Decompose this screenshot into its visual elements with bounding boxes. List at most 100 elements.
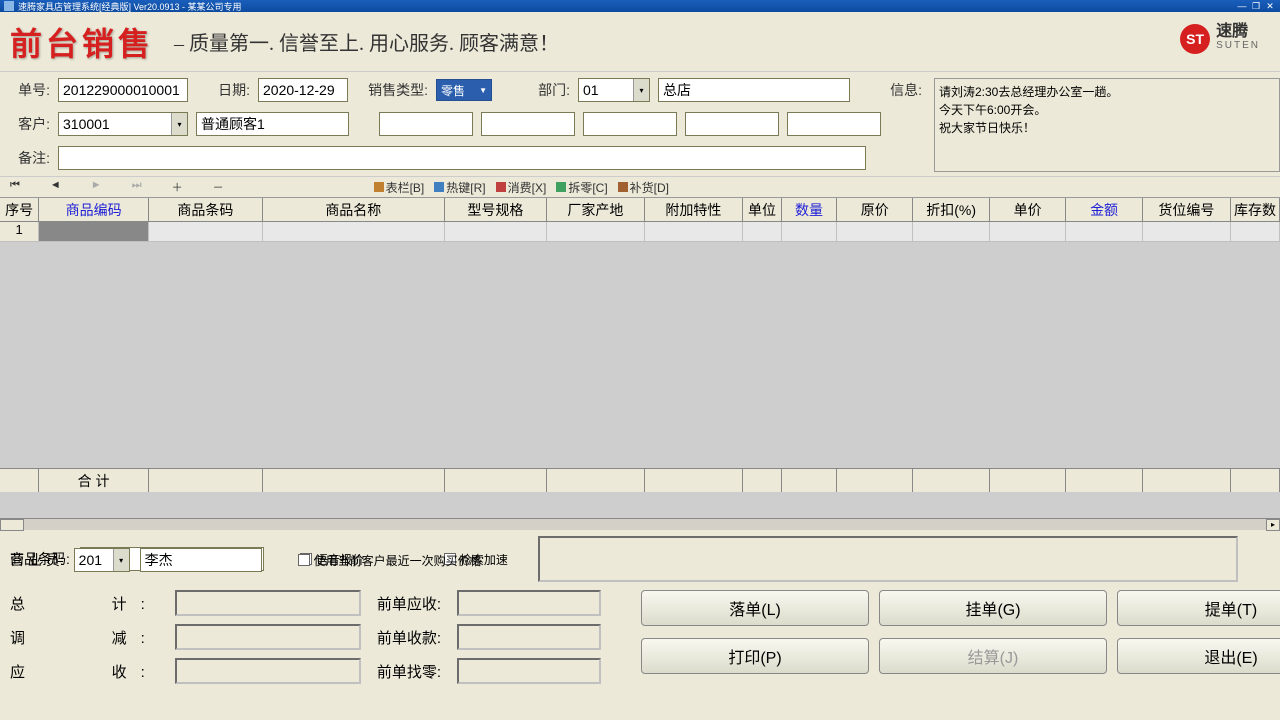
customer-dropdown-btn[interactable]: ▾ — [171, 113, 187, 135]
col-attr[interactable]: 附加特性 — [645, 198, 743, 221]
dept-name-input[interactable] — [658, 78, 850, 102]
col-name[interactable]: 商品名称 — [263, 198, 445, 221]
tool-restock-btn[interactable]: 补货[D] — [618, 179, 669, 196]
col-disc[interactable]: 折扣(%) — [913, 198, 989, 221]
extra-field-5[interactable] — [787, 112, 881, 136]
header: 前台销售 – 质量第一. 信誉至上. 用心服务. 顾客满意！ ST 速腾 SUT… — [0, 12, 1280, 72]
logo-en: SUTEN — [1216, 39, 1260, 53]
prev-due-field — [457, 590, 601, 616]
scroll-right-icon[interactable]: ▸ — [1266, 519, 1280, 531]
info-box: 请刘涛2:30去总经理办公室一趟。 今天下午6:00开会。 祝大家节日快乐！ — [934, 78, 1280, 172]
customer-name-input[interactable] — [196, 112, 349, 136]
cell[interactable] — [547, 222, 645, 242]
col-unit[interactable]: 单位 — [743, 198, 782, 221]
app-icon — [4, 1, 14, 11]
col-spec[interactable]: 型号规格 — [445, 198, 547, 221]
date-input[interactable] — [258, 78, 348, 102]
nav-add-icon[interactable]: ＋ — [172, 179, 183, 195]
chk-lastprice[interactable]: 使用当前客户最近一次购买价格 — [298, 552, 482, 569]
tool-table-btn[interactable]: 表栏[B] — [374, 179, 425, 196]
cell[interactable] — [149, 222, 263, 242]
footer-cell — [837, 469, 913, 492]
cell[interactable] — [39, 222, 149, 242]
lbl-sales-type: 销售类型: — [366, 80, 428, 100]
sales-type-dropdown[interactable]: 零售▼ — [436, 79, 492, 101]
cell[interactable]: 1 — [0, 222, 39, 242]
lbl-sales: 营 业 员: — [10, 550, 64, 570]
col-code[interactable]: 商品编码 — [39, 198, 149, 221]
bottom-area: 商品条码: ✓语音报价 检索加速 营 业 员: ▾ 使用当前客户最近一次购买价格… — [0, 530, 1280, 698]
pick-button[interactable]: 提单(T) — [1117, 590, 1280, 626]
grid-body[interactable]: 1 合 计 — [0, 222, 1280, 492]
tool-hotkey-btn[interactable]: 热键[R] — [434, 179, 485, 196]
order-no-input[interactable] — [58, 78, 188, 102]
maximize-icon[interactable]: ❐ — [1250, 1, 1262, 11]
extra-field-3[interactable] — [583, 112, 677, 136]
sales-dropdown-btn[interactable]: ▾ — [113, 549, 129, 571]
col-qty[interactable]: 数量 — [782, 198, 837, 221]
col-seq[interactable]: 序号 — [0, 198, 39, 221]
remark-input[interactable] — [58, 146, 866, 170]
scroll-thumb[interactable] — [0, 519, 24, 531]
settle-button[interactable]: 结算(J) — [879, 638, 1107, 674]
col-price[interactable]: 单价 — [990, 198, 1066, 221]
h-scrollbar[interactable]: ▸ — [0, 518, 1280, 530]
footer-cell — [445, 469, 547, 492]
minimize-icon[interactable]: — — [1236, 1, 1248, 11]
extra-field-1[interactable] — [379, 112, 473, 136]
receive-field[interactable] — [175, 658, 361, 684]
dept-dropdown-btn[interactable]: ▾ — [633, 79, 649, 101]
cell[interactable] — [1066, 222, 1142, 242]
footer-cell — [990, 469, 1066, 492]
exit-button[interactable]: 退出(E) — [1117, 638, 1280, 674]
tool-split-btn[interactable]: 拆零[C] — [556, 179, 607, 196]
extra-field-4[interactable] — [685, 112, 779, 136]
adjust-field[interactable] — [175, 624, 361, 650]
cell[interactable] — [743, 222, 782, 242]
nav-first-icon[interactable]: ⏮ — [10, 179, 20, 195]
consume-icon — [496, 182, 506, 192]
footer-cell: 合 计 — [39, 469, 149, 492]
footer-cell — [645, 469, 743, 492]
total-field[interactable] — [175, 590, 361, 616]
lbl-customer: 客户: — [10, 114, 50, 134]
grid-header: 序号商品编码商品条码商品名称型号规格厂家产地附加特性单位数量原价折扣(%)单价金… — [0, 198, 1280, 222]
footer-cell — [1066, 469, 1142, 492]
logo-cn: 速腾 — [1216, 25, 1260, 39]
split-icon — [556, 182, 566, 192]
customer-code-input[interactable] — [58, 112, 188, 136]
cell[interactable] — [837, 222, 913, 242]
slogan: – 质量第一. 信誉至上. 用心服务. 顾客满意！ — [174, 27, 559, 56]
chevron-down-icon: ▼ — [479, 86, 487, 95]
cell[interactable] — [263, 222, 445, 242]
col-orig[interactable]: 原价 — [837, 198, 913, 221]
cell[interactable] — [990, 222, 1066, 242]
footer-cell — [149, 469, 263, 492]
drop-button[interactable]: 落单(L) — [641, 590, 869, 626]
col-amount[interactable]: 金额 — [1066, 198, 1142, 221]
hold-button[interactable]: 挂单(G) — [879, 590, 1107, 626]
extra-field-2[interactable] — [481, 112, 575, 136]
nav-remove-icon[interactable]: － — [213, 179, 224, 195]
sales-name-input[interactable] — [140, 548, 262, 572]
print-button[interactable]: 打印(P) — [641, 638, 869, 674]
grid: 序号商品编码商品条码商品名称型号规格厂家产地附加特性单位数量原价折扣(%)单价金… — [0, 198, 1280, 518]
close-icon[interactable]: ✕ — [1264, 1, 1276, 11]
col-barcode[interactable]: 商品条码 — [149, 198, 263, 221]
cell[interactable] — [1143, 222, 1231, 242]
cell[interactable] — [782, 222, 837, 242]
col-origin[interactable]: 厂家产地 — [547, 198, 645, 221]
cell[interactable] — [1231, 222, 1280, 242]
nav-prev-icon[interactable]: ◄ — [50, 179, 61, 195]
col-stock[interactable]: 库存数 — [1231, 198, 1280, 221]
cell[interactable] — [645, 222, 743, 242]
cell[interactable] — [913, 222, 989, 242]
nav-next-icon[interactable]: ► — [91, 179, 102, 195]
col-loc[interactable]: 货位编号 — [1143, 198, 1231, 221]
cell[interactable] — [445, 222, 547, 242]
nav-last-icon[interactable]: ⏭ — [132, 179, 142, 195]
tool-consume-btn[interactable]: 消费[X] — [496, 179, 547, 196]
keyboard-icon — [434, 182, 444, 192]
grid-icon — [374, 182, 384, 192]
table-row[interactable]: 1 — [0, 222, 1280, 242]
